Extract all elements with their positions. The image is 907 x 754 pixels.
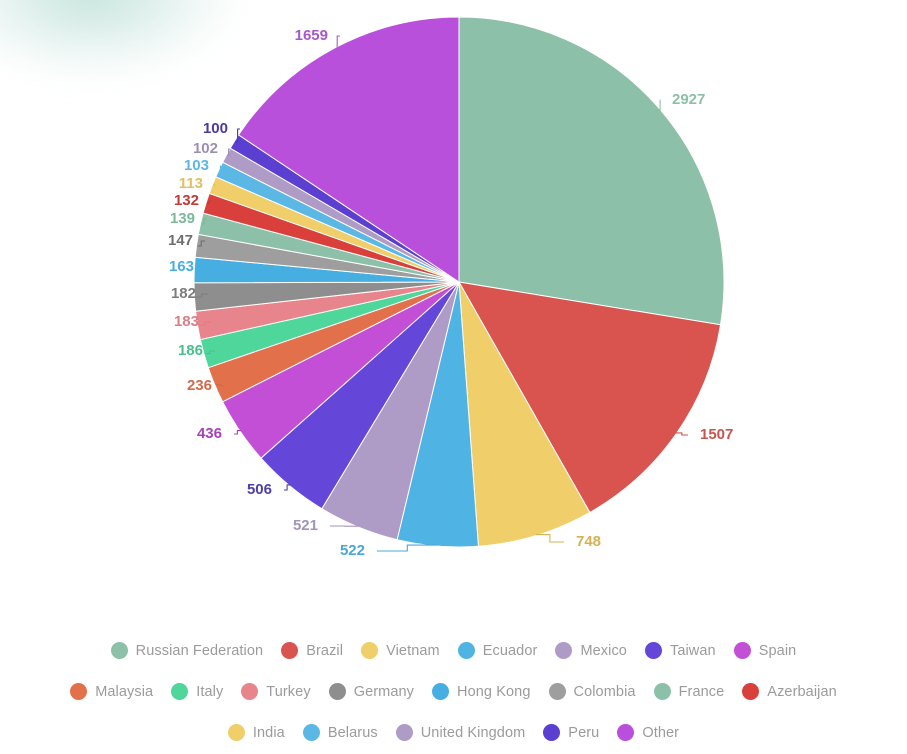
pie-slice[interactable] (458, 16, 725, 326)
legend-item-label: Germany (353, 683, 415, 700)
pie-leader-line (675, 432, 688, 436)
legend-item-label: Belarus (327, 724, 378, 741)
pie-value-label: 436 (197, 425, 222, 442)
legend-swatch-icon (457, 642, 475, 659)
legend-swatch-icon (227, 724, 245, 741)
pie-value-label: 132 (174, 192, 199, 209)
legend-swatch-icon (617, 724, 635, 741)
legend-item-other[interactable]: Other (617, 724, 679, 741)
legend-swatch-icon (653, 683, 671, 700)
legend-swatch-icon (742, 683, 760, 700)
pie-chart-area: 2927 1507 748 522 521 506 436 236 186 183 182 163 14… (0, 0, 907, 600)
pie-slices-group (193, 16, 725, 548)
legend-swatch-icon (281, 642, 299, 659)
pie-value-label: 100 (203, 120, 228, 137)
legend-item-mexico[interactable]: Mexico (555, 642, 627, 659)
legend-row: Russian Federation Brazil Vietnam Ecuador Me… (20, 630, 887, 671)
pie-value-label: 163 (169, 258, 194, 275)
legend-item-turkey[interactable]: Turkey (241, 683, 311, 700)
legend-row: India Belarus United Kingdom Peru Other (20, 712, 887, 753)
legend-item-vietnam[interactable]: Vietnam (361, 642, 440, 659)
legend-swatch-icon (302, 724, 320, 741)
legend-item-label: Brazil (306, 642, 344, 659)
chart-legend: Russian Federation Brazil Vietnam Ecuador Me… (0, 630, 907, 753)
legend-item-ecuador[interactable]: Ecuador (457, 642, 538, 659)
pie-value-label: 521 (293, 517, 318, 534)
legend-item-label: Malaysia (95, 683, 154, 700)
pie-value-label: 522 (340, 542, 365, 559)
pie-leader-line (219, 165, 222, 171)
pie-value-label: 103 (184, 157, 209, 174)
legend-item-label: Colombia (573, 683, 636, 700)
pie-value-label: 506 (247, 481, 272, 498)
legend-item-label: Hong Kong (457, 683, 531, 700)
legend-swatch-icon (328, 683, 346, 700)
legend-swatch-icon (733, 642, 751, 659)
legend-swatch-icon (543, 724, 561, 741)
legend-item-label: United Kingdom (420, 724, 526, 741)
legend-swatch-icon (555, 642, 573, 659)
legend-item-label: Spain (758, 642, 797, 659)
legend-swatch-icon (171, 683, 189, 700)
pie-value-label: 2927 (672, 91, 705, 108)
legend-swatch-icon (70, 683, 88, 700)
legend-item-russian-federation[interactable]: Russian Federation (110, 642, 264, 659)
pie-value-label: 748 (576, 533, 601, 550)
legend-item-label: Mexico (580, 642, 627, 659)
pie-value-label: 1659 (295, 27, 328, 44)
legend-item-colombia[interactable]: Colombia (548, 683, 636, 700)
legend-item-label: Other (642, 724, 680, 741)
legend-item-india[interactable]: India (227, 724, 285, 741)
pie-value-label: 186 (178, 342, 203, 359)
legend-swatch-icon (432, 683, 450, 700)
legend-item-taiwan[interactable]: Taiwan (644, 642, 716, 659)
legend-item-label: Ecuador (482, 642, 538, 659)
legend-swatch-icon (110, 642, 128, 659)
legend-item-label: Peru (568, 724, 600, 741)
legend-item-label: Russian Federation (135, 642, 264, 659)
pie-value-label: 147 (168, 232, 193, 249)
legend-swatch-icon (395, 724, 413, 741)
legend-item-label: Vietnam (386, 642, 440, 659)
legend-item-azerbaijan[interactable]: Azerbaijan (742, 683, 837, 700)
legend-swatch-icon (548, 683, 566, 700)
pie-value-label: 182 (171, 285, 196, 302)
pie-leader-line (377, 544, 438, 552)
legend-item-france[interactable]: France (653, 683, 725, 700)
pie-chart-svg: 2927 1507 748 522 521 506 436 236 186 183 182 163 14… (168, 16, 733, 559)
legend-item-hong-kong[interactable]: Hong Kong (432, 683, 530, 700)
pie-value-label: 183 (174, 313, 199, 330)
legend-item-label: Azerbaijan (767, 683, 837, 700)
legend-item-malaysia[interactable]: Malaysia (70, 683, 153, 700)
pie-value-label: 139 (170, 210, 195, 227)
legend-item-label: Taiwan (669, 642, 716, 659)
legend-item-label: Italy (196, 683, 224, 700)
legend-swatch-icon (361, 642, 379, 659)
legend-item-label: India (252, 724, 285, 741)
legend-item-spain[interactable]: Spain (733, 642, 797, 659)
pie-chart-page: 2927 1507 748 522 521 506 436 236 186 183 182 163 14… (0, 0, 907, 754)
legend-item-united-kingdom[interactable]: United Kingdom (395, 724, 526, 741)
pie-value-label: 113 (179, 175, 203, 192)
legend-swatch-icon (241, 683, 259, 700)
pie-value-label: 236 (187, 377, 212, 394)
legend-row: Malaysia Italy Turkey Germany Hong Kong Colom… (20, 671, 887, 712)
legend-item-brazil[interactable]: Brazil (281, 642, 343, 659)
pie-value-label: 102 (193, 140, 218, 157)
pie-leader-line (234, 430, 241, 435)
legend-item-belarus[interactable]: Belarus (302, 724, 378, 741)
legend-item-germany[interactable]: Germany (328, 683, 415, 700)
legend-item-italy[interactable]: Italy (171, 683, 223, 700)
pie-value-label: 1507 (700, 426, 733, 443)
legend-item-label: Turkey (266, 683, 311, 700)
pie-leader-line (535, 534, 564, 543)
legend-swatch-icon (644, 642, 662, 659)
legend-item-label: France (678, 683, 725, 700)
legend-item-peru[interactable]: Peru (543, 724, 599, 741)
